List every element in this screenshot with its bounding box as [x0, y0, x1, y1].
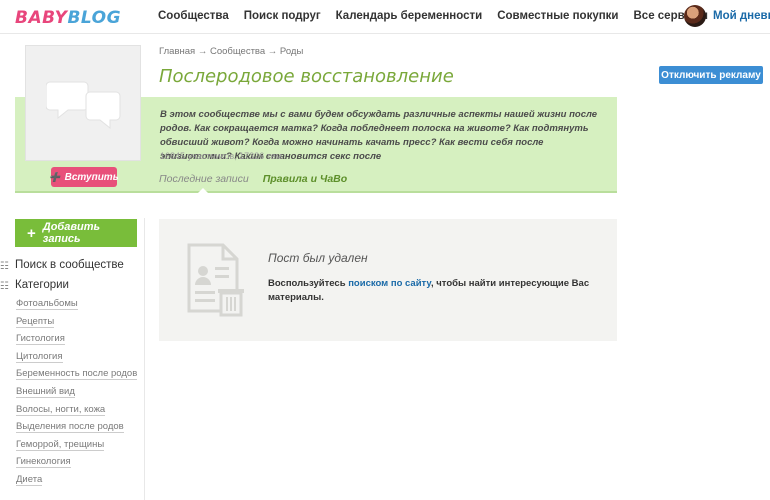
user-menu[interactable]: Мой дневни [684, 5, 770, 27]
category-label[interactable]: Волосы, ногти, кожа [16, 403, 106, 416]
my-diary-link[interactable]: Мой дневни [713, 10, 770, 22]
main-nav: Сообщества Поиск подруг Календарь береме… [158, 10, 723, 22]
category-label[interactable]: Гинекология [16, 456, 71, 469]
tab-recent[interactable]: Последние записи [159, 173, 249, 185]
breadcrumb-communities[interactable]: Сообщества [210, 46, 265, 57]
category-label[interactable]: Рецепты [16, 315, 55, 328]
community-avatar [25, 45, 141, 161]
category-item[interactable]: Цитология [16, 350, 137, 368]
nav-joint-purchases[interactable]: Совместные покупки [497, 10, 618, 22]
search-icon: ☷ [0, 261, 9, 272]
category-item[interactable]: Гистология [16, 332, 137, 350]
join-label: Вступить [64, 171, 119, 183]
deleted-post-message: Воспользуйтесь поиском по сайту, чтобы н… [268, 277, 608, 305]
category-list: Фотоальбомы Рецепты Гистология Цитология… [16, 297, 138, 491]
avatar[interactable] [684, 5, 706, 27]
deleted-post-panel: Пост был удален Воспользуйтесь поиском п… [159, 219, 617, 341]
category-label[interactable]: Гистология [16, 333, 65, 346]
category-label[interactable]: Диета [16, 473, 43, 486]
breadcrumb-sep: → [267, 46, 278, 57]
add-post-button[interactable]: + Добавить запись [15, 219, 137, 247]
plus-icon: + [27, 224, 36, 242]
logo-part-baby: BABY [15, 8, 68, 28]
category-item[interactable]: Рецепты [16, 315, 137, 333]
join-button[interactable]: ➕ Вступить [49, 167, 119, 187]
breadcrumb-sep: → [197, 46, 208, 57]
categories-heading[interactable]: Категории [15, 279, 69, 291]
chat-bubbles-icon [46, 81, 121, 130]
search-in-community-link[interactable]: Поиск в сообществе [15, 259, 124, 271]
join-icon: ➕ [49, 171, 61, 182]
category-item[interactable]: Диета [16, 473, 137, 491]
category-label[interactable]: Беременность после родов [16, 368, 138, 381]
community-title: Послеродовое восстановление [159, 66, 454, 87]
tab-rules[interactable]: Правила и ЧаВо [263, 173, 347, 185]
community-stats: 16845 участников, 17326 тем [160, 151, 282, 161]
category-label[interactable]: Фотоальбомы [16, 298, 78, 310]
add-post-label: Добавить запись [42, 221, 101, 245]
nav-communities[interactable]: Сообщества [158, 10, 229, 22]
category-item[interactable]: Беременность после родов [16, 367, 138, 385]
breadcrumb-home[interactable]: Главная [159, 46, 195, 57]
tab-active-pointer [197, 188, 209, 194]
category-label[interactable]: Выделения после родов [16, 421, 124, 434]
nav-pregnancy-calendar[interactable]: Календарь беременности [336, 10, 483, 22]
categories-icon: ☷ [0, 281, 9, 292]
disable-ads-button[interactable]: Отключить рекламу [659, 66, 763, 84]
deleted-document-icon [187, 243, 244, 317]
breadcrumb-current[interactable]: Роды [280, 46, 303, 57]
top-bar: BABYBLOG Сообщества Поиск подруг Календа… [0, 0, 770, 34]
category-item[interactable]: Фотоальбомы [16, 297, 137, 315]
logo-part-blog: BLOG [67, 8, 122, 28]
category-item[interactable]: Выделения после родов [16, 420, 137, 438]
babyblog-logo[interactable]: BABYBLOG [15, 8, 121, 28]
category-label[interactable]: Внешний вид [16, 385, 75, 398]
category-item[interactable]: Волосы, ногти, кожа [16, 403, 137, 421]
sidebar-divider [144, 218, 145, 500]
breadcrumb: Главная → Сообщества → Роды [159, 46, 303, 57]
category-label[interactable]: Геморрой, трещины [16, 438, 105, 451]
community-tabs: Последние записи Правила и ЧаВо [159, 173, 361, 185]
category-item[interactable]: Внешний вид [16, 385, 137, 403]
deleted-post-title: Пост был удален [268, 251, 368, 265]
category-item[interactable]: Гинекология [16, 455, 137, 473]
nav-find-friends[interactable]: Поиск подруг [244, 10, 321, 22]
category-item[interactable]: Геморрой, трещины [16, 438, 137, 456]
site-search-link[interactable]: поиском по сайту [348, 278, 431, 289]
message-text-before: Воспользуйтесь [268, 278, 349, 289]
category-label[interactable]: Цитология [16, 350, 63, 363]
